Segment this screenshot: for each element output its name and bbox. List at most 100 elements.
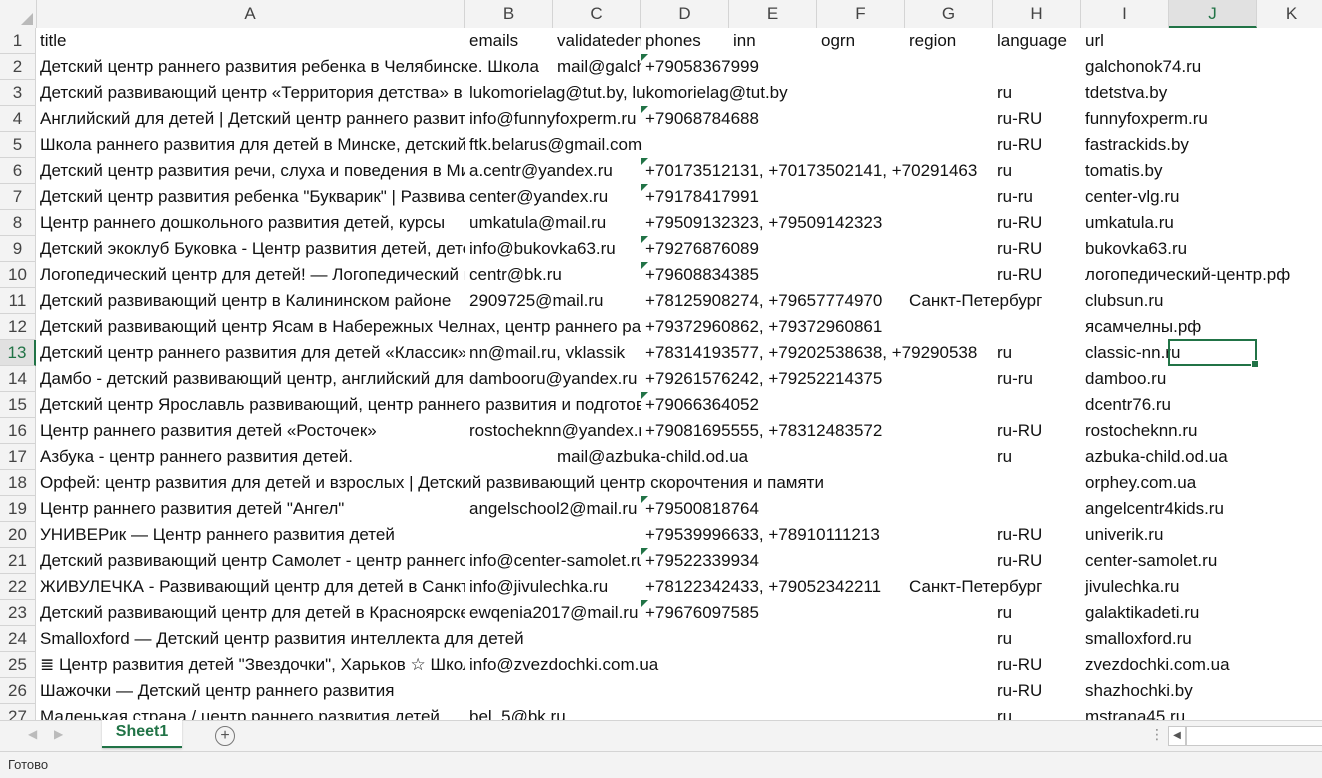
spreadsheet-grid[interactable]: ABCDEFGHIJK 1 2 3 4 5 6 7 8 9 10 11 12 13 14 15 16 17 18 1… — [0, 0, 1322, 720]
row-header-15[interactable]: 15 — [0, 392, 36, 418]
cell-h5[interactable]: ru-RU — [993, 132, 1081, 158]
cell-b13[interactable]: nn@mail.ru, vklassik — [465, 340, 641, 366]
cell-i26[interactable]: shazhochki.by — [1081, 678, 1322, 704]
cell-h25[interactable]: ru-RU — [993, 652, 1081, 678]
cell-a8[interactable]: Центр раннего дошкольного развития детей… — [36, 210, 465, 236]
cell-i22[interactable]: jivulechka.ru — [1081, 574, 1322, 600]
cell-b9[interactable]: info@bukovka63.ru — [465, 236, 641, 262]
column-header-c[interactable]: C — [553, 0, 641, 28]
cell-h1[interactable]: language — [993, 28, 1081, 54]
cell-b21[interactable]: info@center-samolet.ru — [465, 548, 641, 574]
cell-a17[interactable]: Азбука - центр раннего развития детей. — [36, 444, 553, 470]
row-header-12[interactable]: 12 — [0, 314, 36, 340]
column-header-i[interactable]: I — [1081, 0, 1169, 28]
cell-h23[interactable]: ru — [993, 600, 1081, 626]
cell-i16[interactable]: rostocheknn.ru — [1081, 418, 1322, 444]
cell-b3[interactable]: lukomorielag@tut.by, lukomorielag@tut.by — [465, 80, 993, 106]
row-header-20[interactable]: 20 — [0, 522, 36, 548]
cell-h20[interactable]: ru-RU — [993, 522, 1081, 548]
row-header-10[interactable]: 10 — [0, 262, 36, 288]
cell-i25[interactable]: zvezdochki.com.ua — [1081, 652, 1322, 678]
cell-d20[interactable]: +79539996633, +78910111213 — [641, 522, 993, 548]
column-header-d[interactable]: D — [641, 0, 729, 28]
next-sheet-icon[interactable]: ▶ — [54, 727, 63, 741]
row-header-9[interactable]: 9 — [0, 236, 36, 262]
cell-d13[interactable]: +78314193577, +79202538638, +79290538 — [641, 340, 993, 366]
cell-d2[interactable]: +79058367999 — [641, 54, 1081, 80]
cell-a10[interactable]: Логопедический центр для детей! — Логопе… — [36, 262, 465, 288]
cell-b11[interactable]: 2909725@mail.ru — [465, 288, 641, 314]
cell-d22[interactable]: +78122342433, +79052342211 — [641, 574, 905, 600]
row-header-25[interactable]: 25 — [0, 652, 36, 678]
cell-h21[interactable]: ru-RU — [993, 548, 1081, 574]
row-header-14[interactable]: 14 — [0, 366, 36, 392]
cell-a25[interactable]: ≣ Центр развития детей "Звездочки", Харь… — [36, 652, 465, 678]
cell-a15[interactable]: Детский центр Ярославль развивающий, цен… — [36, 392, 641, 418]
cell-d23[interactable]: +79676097585 — [641, 600, 993, 626]
cell-i9[interactable]: bukovka63.ru — [1081, 236, 1322, 262]
cell-b4[interactable]: info@funnyfoxperm.ru — [465, 106, 641, 132]
cell-a14[interactable]: Дамбо - детский развивающий центр, англи… — [36, 366, 465, 392]
row-header-17[interactable]: 17 — [0, 444, 36, 470]
cell-i21[interactable]: center-samolet.ru — [1081, 548, 1322, 574]
cell-h7[interactable]: ru-ru — [993, 184, 1081, 210]
cell-a11[interactable]: Детский развивающий центр в Калининском … — [36, 288, 465, 314]
row-header-6[interactable]: 6 — [0, 158, 36, 184]
cell-i4[interactable]: funnyfoxperm.ru — [1081, 106, 1322, 132]
cell-b14[interactable]: dambooru@yandex.ru — [465, 366, 641, 392]
cell-h16[interactable]: ru-RU — [993, 418, 1081, 444]
row-header-3[interactable]: 3 — [0, 80, 36, 106]
cell-d4[interactable]: +79068784688 — [641, 106, 993, 132]
scrollbar-split-icon[interactable]: ⋮ — [1150, 726, 1164, 743]
cell-a7[interactable]: Детский центр развития ребенка "Букварик… — [36, 184, 465, 210]
cell-h9[interactable]: ru-RU — [993, 236, 1081, 262]
cell-d14[interactable]: +79261576242, +79252214375 — [641, 366, 993, 392]
row-header-23[interactable]: 23 — [0, 600, 36, 626]
row-header-21[interactable]: 21 — [0, 548, 36, 574]
row-header-7[interactable]: 7 — [0, 184, 36, 210]
cell-i5[interactable]: fastrackids.by — [1081, 132, 1322, 158]
cell-a12[interactable]: Детский развивающий центр Ясам в Набереж… — [36, 314, 641, 340]
scrollbar-thumb[interactable] — [1186, 726, 1322, 746]
cell-a18[interactable]: Орфей: центр развития для детей и взросл… — [36, 470, 1081, 496]
column-header-e[interactable]: E — [729, 0, 817, 28]
cell-a3[interactable]: Детский развивающий центр «Территория де… — [36, 80, 465, 106]
cell-b25[interactable]: info@zvezdochki.com.ua — [465, 652, 993, 678]
cell-e1[interactable]: inn — [729, 28, 817, 54]
cell-d21[interactable]: +79522339934 — [641, 548, 993, 574]
cell-b19[interactable]: angelschool2@mail.ru — [465, 496, 641, 522]
cell-area[interactable]: titleemailsvalidatedemailsphonesinnogrnr… — [36, 28, 1322, 720]
row-header-4[interactable]: 4 — [0, 106, 36, 132]
cell-c17[interactable]: mail@azbuka-child.od.ua — [553, 444, 993, 470]
cell-i14[interactable]: damboo.ru — [1081, 366, 1322, 392]
cell-d16[interactable]: +79081695555, +78312483572 — [641, 418, 993, 444]
cell-a19[interactable]: Центр раннего развития детей "Ангел" — [36, 496, 465, 522]
cell-b6[interactable]: a.centr@yandex.ru — [465, 158, 641, 184]
cell-i18[interactable]: orphey.com.ua — [1081, 470, 1322, 496]
cell-b10[interactable]: centr@bk.ru — [465, 262, 641, 288]
cell-c2[interactable]: mail@galchonok74.ru — [553, 54, 641, 80]
column-header-j[interactable]: J — [1169, 0, 1257, 28]
row-header-18[interactable]: 18 — [0, 470, 36, 496]
row-header-13[interactable]: 13 — [0, 340, 36, 366]
cell-a26[interactable]: Шажочки — Детский центр раннего развития — [36, 678, 993, 704]
cell-b7[interactable]: center@yandex.ru — [465, 184, 641, 210]
cell-a16[interactable]: Центр раннего развития детей «Росточек» — [36, 418, 465, 444]
cell-d7[interactable]: +79178417991 — [641, 184, 993, 210]
cell-a20[interactable]: УНИВЕРик — Центр раннего развития детей — [36, 522, 641, 548]
column-header-g[interactable]: G — [905, 0, 993, 28]
cell-h17[interactable]: ru — [993, 444, 1081, 470]
cell-i27[interactable]: mstrana45.ru — [1081, 704, 1322, 720]
cell-h10[interactable]: ru-RU — [993, 262, 1081, 288]
cell-b23[interactable]: ewqenia2017@mail.ru — [465, 600, 641, 626]
cell-b22[interactable]: info@jivulechka.ru — [465, 574, 641, 600]
cell-i12[interactable]: ясамчелны.рф — [1081, 314, 1322, 340]
cell-i20[interactable]: univerik.ru — [1081, 522, 1322, 548]
cell-h27[interactable]: ru — [993, 704, 1081, 720]
active-cell-selection[interactable] — [1168, 339, 1259, 368]
cell-b27[interactable]: bel_5@bk.ru — [465, 704, 993, 720]
cell-a24[interactable]: Smalloxford — Детский центр развития инт… — [36, 626, 993, 652]
cell-g11[interactable]: Санкт-Петербург — [905, 288, 1081, 314]
cell-g22[interactable]: Санкт-Петербург — [905, 574, 1081, 600]
cell-a21[interactable]: Детский развивающий центр Самолет - цент… — [36, 548, 465, 574]
